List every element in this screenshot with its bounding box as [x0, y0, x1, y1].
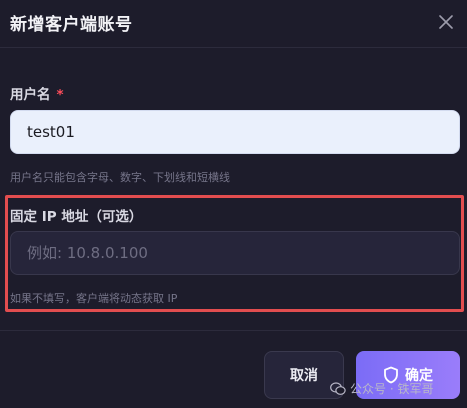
footer-divider	[0, 330, 467, 331]
fixed-ip-label: 固定 IP 地址（可选）	[10, 209, 143, 225]
fixed-ip-hint: 如果不填写，客户端将动态获取 IP	[10, 292, 178, 305]
cancel-button[interactable]: 取消	[264, 351, 344, 399]
close-icon[interactable]	[434, 10, 458, 34]
confirm-button[interactable]: 确定	[356, 351, 460, 399]
cancel-button-label: 取消	[290, 368, 318, 384]
dialog-title: 新增客户端账号	[10, 15, 133, 35]
add-client-account-dialog: 新增客户端账号 用户名 * 用户名只能包含字母、数字、下划线和短横线 固定 IP …	[0, 0, 467, 408]
dialog-header: 新增客户端账号	[0, 0, 467, 48]
username-input[interactable]	[10, 110, 460, 154]
fixed-ip-input[interactable]	[10, 231, 460, 275]
username-label: 用户名 *	[10, 83, 64, 103]
username-label-text: 用户名	[10, 87, 51, 103]
username-hint: 用户名只能包含字母、数字、下划线和短横线	[10, 171, 230, 184]
confirm-button-label: 确定	[405, 368, 433, 384]
shield-icon	[384, 366, 398, 384]
required-mark: *	[56, 87, 64, 103]
